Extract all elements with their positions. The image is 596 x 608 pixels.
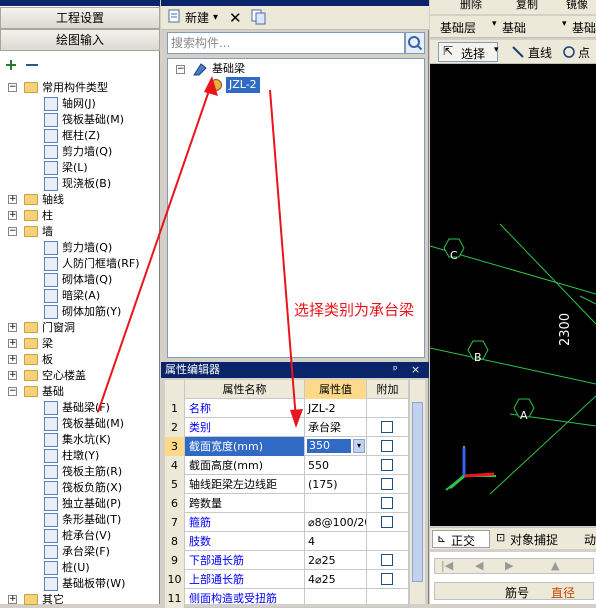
annotation-arrows xyxy=(97,76,303,428)
